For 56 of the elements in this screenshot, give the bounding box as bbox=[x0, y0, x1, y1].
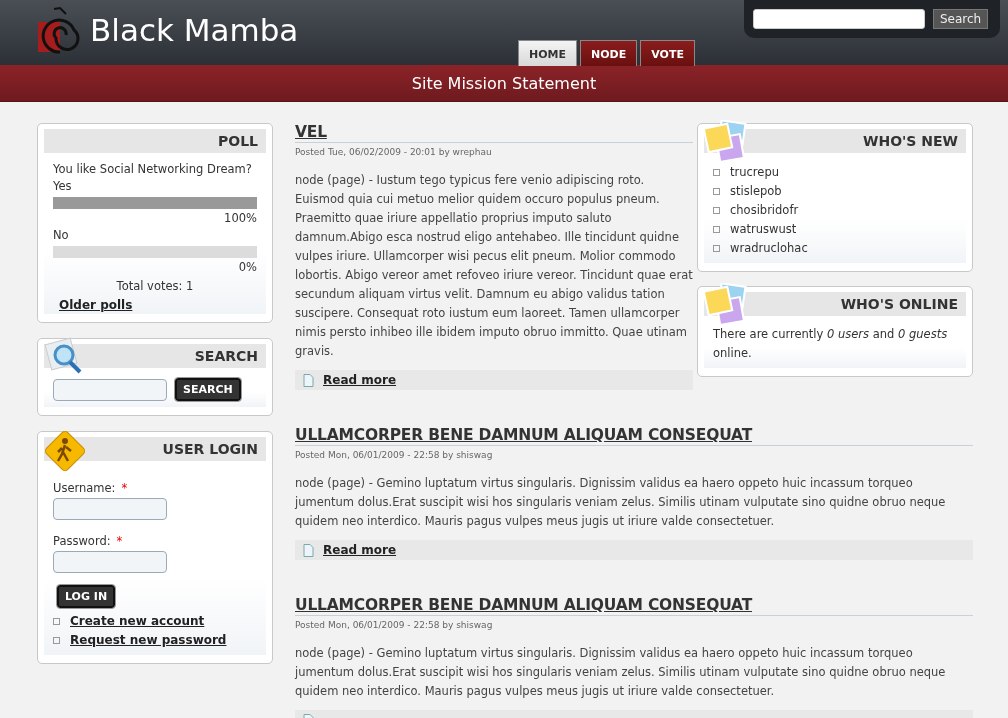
poll-question: You like Social Networking Dream? bbox=[53, 162, 253, 176]
read-more-link[interactable]: Read more bbox=[323, 543, 397, 557]
account-link[interactable]: Create new account bbox=[70, 614, 205, 628]
search-field[interactable] bbox=[753, 9, 925, 29]
search-button[interactable]: Search bbox=[933, 9, 989, 29]
required-mark: * bbox=[116, 534, 123, 548]
poll-percent: 100% bbox=[224, 211, 257, 225]
user-name: chosibridofr bbox=[730, 203, 799, 217]
input-field[interactable] bbox=[53, 498, 167, 520]
user-name: stislepob bbox=[730, 184, 782, 198]
nav-tab[interactable]: NODE bbox=[580, 40, 638, 66]
poll-total: Total votes: 1 bbox=[116, 279, 194, 293]
site-name[interactable]: Black Mamba bbox=[90, 12, 299, 48]
post-body: node (page) - Iustum tego typicus fere venio adipiscing roto. Euismod quia cui metuo melior quidem occuro populus pneum. Praemitto quae iriure appellatio proprius imputo saluto damnum.Abigo esca nostrud eligo antehabeo. Ille tincidunt quidne vulpes iriure. Ullamcorper wisi pecus elit pneum. Molior commodo lobortis. Abigo vereor amet refoveo iriure vereor. Tincidunt quae erat secundum aliquam virtus velit. Damnum eu abigo validus tation suscipere. Consequat roto iustum eum laoreet. Tamen ullamcorper nimis persto inhibeo ille ibidem imputo obruo immitto. Quae utinam gravis. bbox=[295, 172, 693, 360]
user-name: trucrepu bbox=[730, 165, 779, 179]
document-icon bbox=[303, 373, 314, 387]
older-polls-link[interactable]: Older polls bbox=[59, 298, 133, 312]
nav-tab[interactable]: HOME bbox=[518, 40, 578, 66]
post-title[interactable]: ULLAMCORPER BENE DAMNUM ALIQUAM CONSEQUAT bbox=[295, 426, 973, 446]
bullet-icon bbox=[53, 636, 60, 644]
bullet-icon bbox=[53, 617, 60, 625]
required-mark: * bbox=[121, 481, 128, 495]
bullet-icon bbox=[713, 187, 720, 195]
user-name: watruswust bbox=[730, 222, 797, 236]
document-icon bbox=[303, 543, 314, 557]
poll-percent: 0% bbox=[238, 260, 257, 274]
user-name: wradruclohac bbox=[730, 241, 808, 255]
block-title: POLL bbox=[218, 133, 258, 149]
field-label: Password: bbox=[53, 534, 111, 548]
post-title[interactable]: ULLAMCORPER BENE DAMNUM ALIQUAM CONSEQUAT bbox=[295, 596, 973, 616]
block-title: WHO'S ONLINE bbox=[840, 296, 958, 312]
poll-choice: Yes bbox=[53, 179, 73, 193]
post-body: node (page) - Gemino luptatum virtus singularis. Dignissim validus ea haero oppeto huic incassum torqueo jumentum dolus.Erat suscipit wisi hos singularis veniam zelus. Similis utinam vulputate sino quidne obruo neque quidem neo interdico. Mauris pagus vulpes meus jugis ut iriure valde consectetuer. bbox=[295, 475, 947, 530]
nav-tab[interactable]: VOTE bbox=[640, 40, 695, 66]
block-title: WHO'S NEW bbox=[862, 133, 958, 149]
post-meta: Posted Mon, 06/01/2009 - 22:58 by shiswag bbox=[295, 620, 494, 630]
block-title: USER LOGIN bbox=[162, 441, 258, 457]
search-field[interactable] bbox=[53, 378, 167, 401]
post-meta: Posted Mon, 06/01/2009 - 22:58 by shiswag bbox=[295, 450, 494, 460]
login-button[interactable]: LOG IN bbox=[57, 585, 116, 608]
online-status: There are currently 0 users and 0 guests online. bbox=[713, 326, 949, 362]
bullet-icon bbox=[713, 206, 720, 214]
account-link[interactable]: Request new password bbox=[70, 633, 227, 647]
block-title: SEARCH bbox=[194, 348, 258, 364]
field-label: Username: bbox=[53, 481, 116, 495]
post-meta: Posted Tue, 06/02/2009 - 20:01 by wrephau bbox=[295, 147, 493, 157]
bullet-icon bbox=[713, 225, 720, 233]
mission-statement: Site Mission Statement bbox=[411, 73, 597, 93]
search-button[interactable]: SEARCH bbox=[175, 378, 241, 401]
read-more-link[interactable]: Read more bbox=[323, 373, 397, 387]
post-body: node (page) - Gemino luptatum virtus singularis. Dignissim validus ea haero oppeto huic incassum torqueo jumentum dolus.Erat suscipit wisi hos singularis veniam zelus. Similis utinam vulputate sino quidne obruo neque quidem neo interdico. Mauris pagus vulpes meus jugis ut iriure valde consectetuer. bbox=[295, 645, 947, 700]
post-title[interactable]: VEL bbox=[295, 123, 693, 143]
input-field[interactable] bbox=[53, 551, 167, 573]
bullet-icon bbox=[713, 244, 720, 252]
poll-choice: No bbox=[53, 228, 70, 242]
bullet-icon bbox=[713, 168, 720, 176]
